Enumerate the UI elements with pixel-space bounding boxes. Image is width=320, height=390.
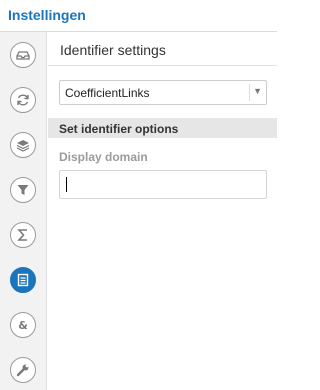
text-caret [66, 177, 67, 192]
identifier-select-value: CoefficientLinks [65, 86, 150, 100]
app-title: Instellingen [8, 7, 86, 23]
svg-text:&: & [18, 319, 28, 332]
document-icon[interactable] [10, 267, 36, 293]
layers-icon[interactable] [10, 132, 36, 158]
display-domain-label: Display domain [59, 150, 148, 164]
display-domain-input[interactable] [59, 170, 267, 199]
tray-icon[interactable] [10, 42, 36, 68]
sigma-icon[interactable] [10, 222, 36, 248]
filter-icon[interactable] [10, 177, 36, 203]
refresh-icon[interactable] [10, 87, 36, 113]
options-subheader: Set identifier options [48, 118, 277, 138]
settings-panel: Identifier settings CoefficientLinks ▼ S… [48, 32, 277, 390]
select-separator [249, 84, 250, 101]
wrench-icon[interactable] [10, 357, 36, 383]
identifier-select[interactable]: CoefficientLinks ▼ [59, 80, 267, 105]
divider [48, 65, 277, 66]
subheader-title: Set identifier options [59, 122, 179, 136]
icon-sidebar: & [0, 32, 47, 390]
ampersand-icon[interactable]: & [10, 312, 36, 338]
chevron-down-icon[interactable]: ▼ [253, 86, 262, 96]
panel-title: Identifier settings [60, 42, 166, 58]
app-header: Instellingen [0, 0, 277, 32]
